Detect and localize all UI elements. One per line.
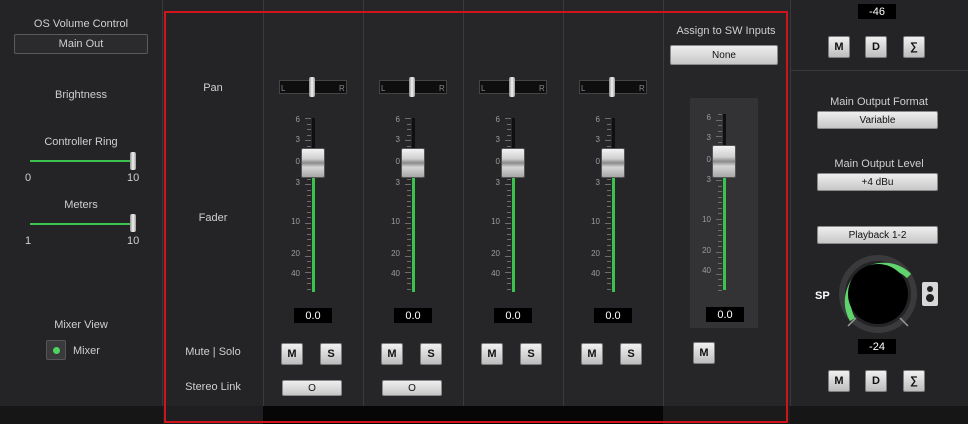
bottom-d-button[interactable]: D [865,370,887,392]
main-output-level-select[interactable]: +4 dBu [817,173,938,191]
right-footer-bar [790,406,968,424]
volume-knob[interactable] [836,254,920,338]
mixer-radio[interactable] [46,340,66,360]
controller-ring-handle[interactable] [130,152,136,170]
left-footer-bar [0,406,163,424]
controller-ring-min: 0 [25,172,32,184]
meters-max: 10 [127,235,140,247]
top-sum-button[interactable]: ∑ [903,36,925,58]
top-level-value: -46 [858,4,896,19]
left-panel: OS Volume Control Main Out Brightness Co… [0,0,163,406]
meters-handle[interactable] [130,214,136,232]
brightness-label: Brightness [55,89,107,101]
meters-track[interactable] [30,223,134,225]
controller-ring-track[interactable] [30,160,134,162]
meters-label: Meters [64,199,98,211]
sp-label: SP [815,290,830,302]
radio-dot-icon [53,347,60,354]
mixer-option-label: Mixer [73,345,100,357]
main-output-level-label: Main Output Level [834,158,924,170]
bottom-m-button[interactable]: M [828,370,850,392]
os-volume-label: OS Volume Control [33,18,129,30]
knob-value: -24 [858,339,896,354]
controller-ring-label: Controller Ring [44,136,118,148]
os-volume-select[interactable]: Main Out [14,34,148,54]
main-output-format-label: Main Output Format [830,96,928,108]
selection-outline [164,11,788,423]
speaker-icon[interactable] [922,282,938,306]
mixer-view-label: Mixer View [54,319,108,331]
top-m-button[interactable]: M [828,36,850,58]
controller-ring-max: 10 [127,172,140,184]
right-panel-divider [791,70,968,71]
meters-min: 1 [25,235,32,247]
top-d-button[interactable]: D [865,36,887,58]
main-output-format-select[interactable]: Variable [817,111,938,129]
playback-select[interactable]: Playback 1-2 [817,226,938,244]
bottom-sum-button[interactable]: ∑ [903,370,925,392]
